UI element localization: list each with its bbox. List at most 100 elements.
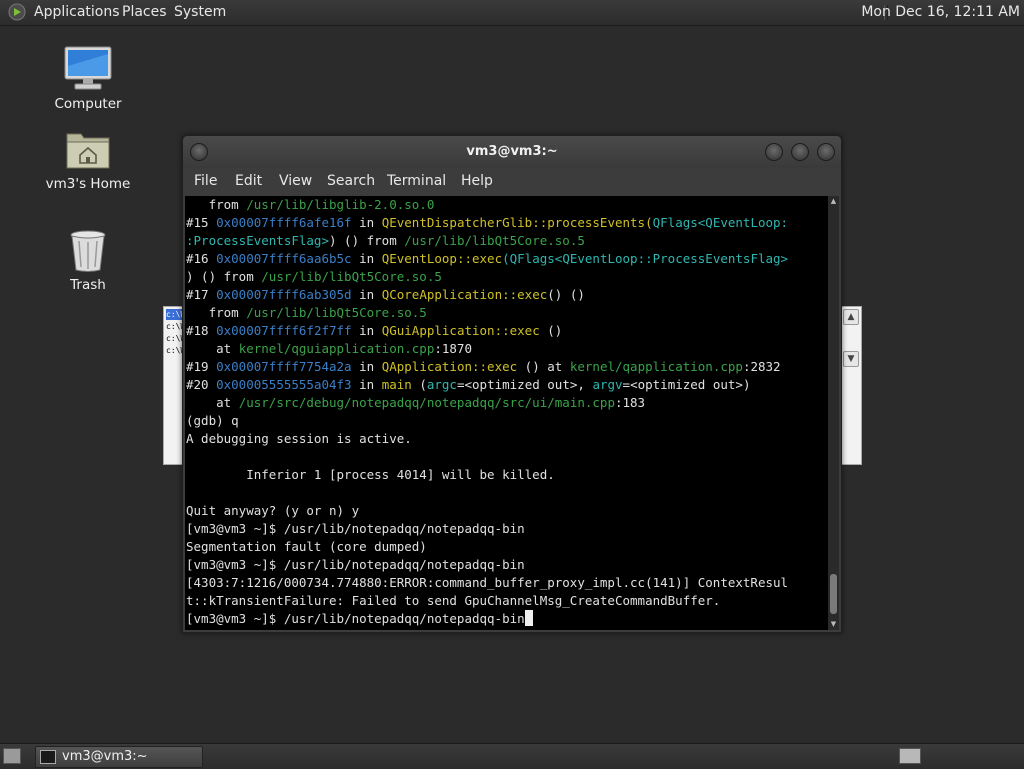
menu-file[interactable]: File (194, 168, 217, 195)
terminal-line: [4303:7:1216/000734.774880:ERROR:command… (185, 574, 828, 592)
terminal-text-segment: () (539, 323, 563, 338)
menu-edit[interactable]: Edit (235, 168, 262, 195)
terminal-text-segment: #16 (186, 251, 217, 266)
workspace-switcher-icon[interactable] (899, 748, 921, 764)
applications-menu[interactable]: Applications (34, 0, 120, 25)
menu-help[interactable]: Help (461, 168, 493, 195)
terminal-text-segment: Inferior 1 [process 4014] will be killed… (186, 467, 555, 482)
terminal-text-segment: Quit anyway? (y or n) y (186, 503, 360, 518)
terminal-text-segment: /usr/src/debug/notepadqq/notepadqq/src/u… (238, 395, 615, 410)
background-window-right-edge[interactable]: ▲ ▼ (840, 306, 862, 465)
terminal-text-segment: QGuiApplication::exec (381, 323, 540, 338)
terminal-line: A debugging session is active. (185, 430, 828, 448)
terminal-text-segment: QCoreApplication::exec (381, 287, 548, 302)
terminal-text-segment: kernel/qguiapplication.cpp (238, 341, 435, 356)
terminal-line: (gdb) q (185, 412, 828, 430)
maximize-icon[interactable] (791, 143, 809, 161)
terminal-text-segment: ( (411, 377, 427, 392)
system-menu[interactable]: System (174, 0, 226, 25)
terminal-text-segment: /usr/lib/libQt5Core.so.5 (246, 305, 427, 320)
scroll-down-icon[interactable]: ▼ (843, 351, 859, 367)
menu-search[interactable]: Search (327, 168, 375, 195)
menu-terminal[interactable]: Terminal (387, 168, 446, 195)
terminal-text-segment: Segmentation fault (core dumped) (186, 539, 427, 554)
desktop-icon-home[interactable]: vm3's Home (38, 128, 138, 192)
scrollbar-thumb[interactable] (830, 574, 837, 614)
terminal-line: at kernel/qguiapplication.cpp:1870 (185, 340, 828, 358)
terminal-text-segment: () at (517, 359, 570, 374)
terminal-scrollbar[interactable]: ▲ ▼ (828, 196, 839, 630)
terminal-text-segment: main (381, 377, 412, 392)
terminal-line: #19 0x00007ffff7754a2a in QApplication::… (185, 358, 828, 376)
home-folder-icon (66, 133, 110, 169)
terminal-line: [vm3@vm3 ~]$ /usr/lib/notepadqq/notepadq… (185, 556, 828, 574)
terminal-text-segment: #18 (186, 323, 217, 338)
scroll-up-icon[interactable]: ▲ (828, 196, 839, 207)
terminal-text-segment: kernel/qapplication.cpp (569, 359, 743, 374)
terminal-titlebar[interactable]: vm3@vm3:~ (183, 136, 841, 168)
text-cursor (524, 610, 533, 626)
terminal-text-segment: in (351, 377, 382, 392)
terminal-output[interactable]: from /usr/lib/libglib-2.0.so.0 #15 0x0000… (185, 196, 828, 630)
minimize-icon[interactable] (765, 143, 783, 161)
taskbar-button-terminal[interactable]: vm3@vm3:~ (35, 746, 203, 768)
desktop-icon-trash[interactable]: Trash (38, 229, 138, 293)
terminal-text-segment: (QFlags<QEventLoop::ProcessEventsFlag> (502, 251, 789, 266)
terminal-text-segment: from (186, 197, 247, 212)
show-desktop-icon[interactable] (3, 748, 21, 764)
desktop-icon-computer[interactable]: Computer (38, 46, 138, 112)
terminal-text-segment: 0x00007ffff6ab305d (216, 287, 352, 302)
taskbar-button-label: vm3@vm3:~ (62, 749, 148, 764)
desktop-icon-label: Computer (54, 96, 122, 112)
terminal-text-segment: #19 (186, 359, 217, 374)
terminal-line: #20 0x00005555555a04f3 in main (argc=<op… (185, 376, 828, 394)
terminal-text-segment: QEventLoop::exec (381, 251, 503, 266)
background-window-line: c:\W (166, 309, 182, 320)
terminal-line: ) () from /usr/lib/libQt5Core.so.5 (185, 268, 828, 286)
background-window-line: c:\W (166, 334, 182, 343)
terminal-text-segment: 0x00005555555a04f3 (216, 377, 352, 392)
top-panel: Applications Places System Mon Dec 16, 1… (0, 0, 1024, 26)
terminal-text-segment: in (351, 359, 382, 374)
terminal-line: :ProcessEventsFlag>) () from /usr/lib/li… (185, 232, 828, 250)
terminal-text-segment: argv (592, 377, 623, 392)
desktop-icon-label: Trash (70, 277, 106, 293)
terminal-line: #15 0x00007ffff6afe16f in QEventDispatch… (185, 214, 828, 232)
close-icon[interactable] (817, 143, 835, 161)
terminal-text-segment: 0x00007ffff6afe16f (216, 215, 352, 230)
terminal-text-segment: /usr/lib/libQt5Core.so.5 (261, 269, 442, 284)
scroll-down-icon[interactable]: ▼ (828, 619, 839, 630)
gnome-foot-icon[interactable] (8, 3, 26, 21)
terminal-text-segment: QFlags<QEventLoop: (652, 215, 789, 230)
trash-icon (70, 230, 106, 272)
terminal-text-segment: :1870 (434, 341, 472, 356)
terminal-text-segment: t::kTransientFailure: Failed to send Gpu… (186, 593, 721, 608)
menu-view[interactable]: View (279, 168, 312, 195)
terminal-line: at /usr/src/debug/notepadqq/notepadqq/sr… (185, 394, 828, 412)
terminal-line: from /usr/lib/libglib-2.0.so.0 (185, 196, 828, 214)
terminal-text-segment: (gdb) q (186, 413, 239, 428)
terminal-line: Segmentation fault (core dumped) (185, 538, 828, 556)
background-window-line: c:\W (166, 322, 182, 331)
terminal-line: from /usr/lib/libQt5Core.so.5 (185, 304, 828, 322)
terminal-text-segment: from (186, 305, 247, 320)
terminal-text-segment: argc (426, 377, 457, 392)
terminal-text-segment: in (351, 251, 382, 266)
desktop-icon-label: vm3's Home (45, 176, 131, 192)
terminal-line: [vm3@vm3 ~]$ /usr/lib/notepadqq/notepadq… (185, 520, 828, 538)
clock[interactable]: Mon Dec 16, 12:11 AM (861, 0, 1020, 25)
terminal-text-segment: 0x00007ffff7754a2a (216, 359, 352, 374)
terminal-icon (40, 750, 56, 764)
terminal-text-segment: [vm3@vm3 ~]$ /usr/lib/notepadqq/notepadq… (186, 521, 525, 536)
terminal-text-segment: QEventDispatcherGlib::processEvents (381, 215, 646, 230)
places-menu[interactable]: Places (122, 0, 167, 25)
terminal-line: #17 0x00007ffff6ab305d in QCoreApplicati… (185, 286, 828, 304)
terminal-text-segment: QApplication::exec (381, 359, 518, 374)
terminal-line: Quit anyway? (y or n) y (185, 502, 828, 520)
terminal-text-segment: =<optimized out>) (622, 377, 751, 392)
terminal-text-segment: ( (645, 215, 653, 230)
scroll-up-icon[interactable]: ▲ (843, 309, 859, 325)
terminal-line: Inferior 1 [process 4014] will be killed… (185, 466, 828, 484)
terminal-window[interactable]: vm3@vm3:~ File Edit View Search Terminal… (182, 135, 842, 633)
